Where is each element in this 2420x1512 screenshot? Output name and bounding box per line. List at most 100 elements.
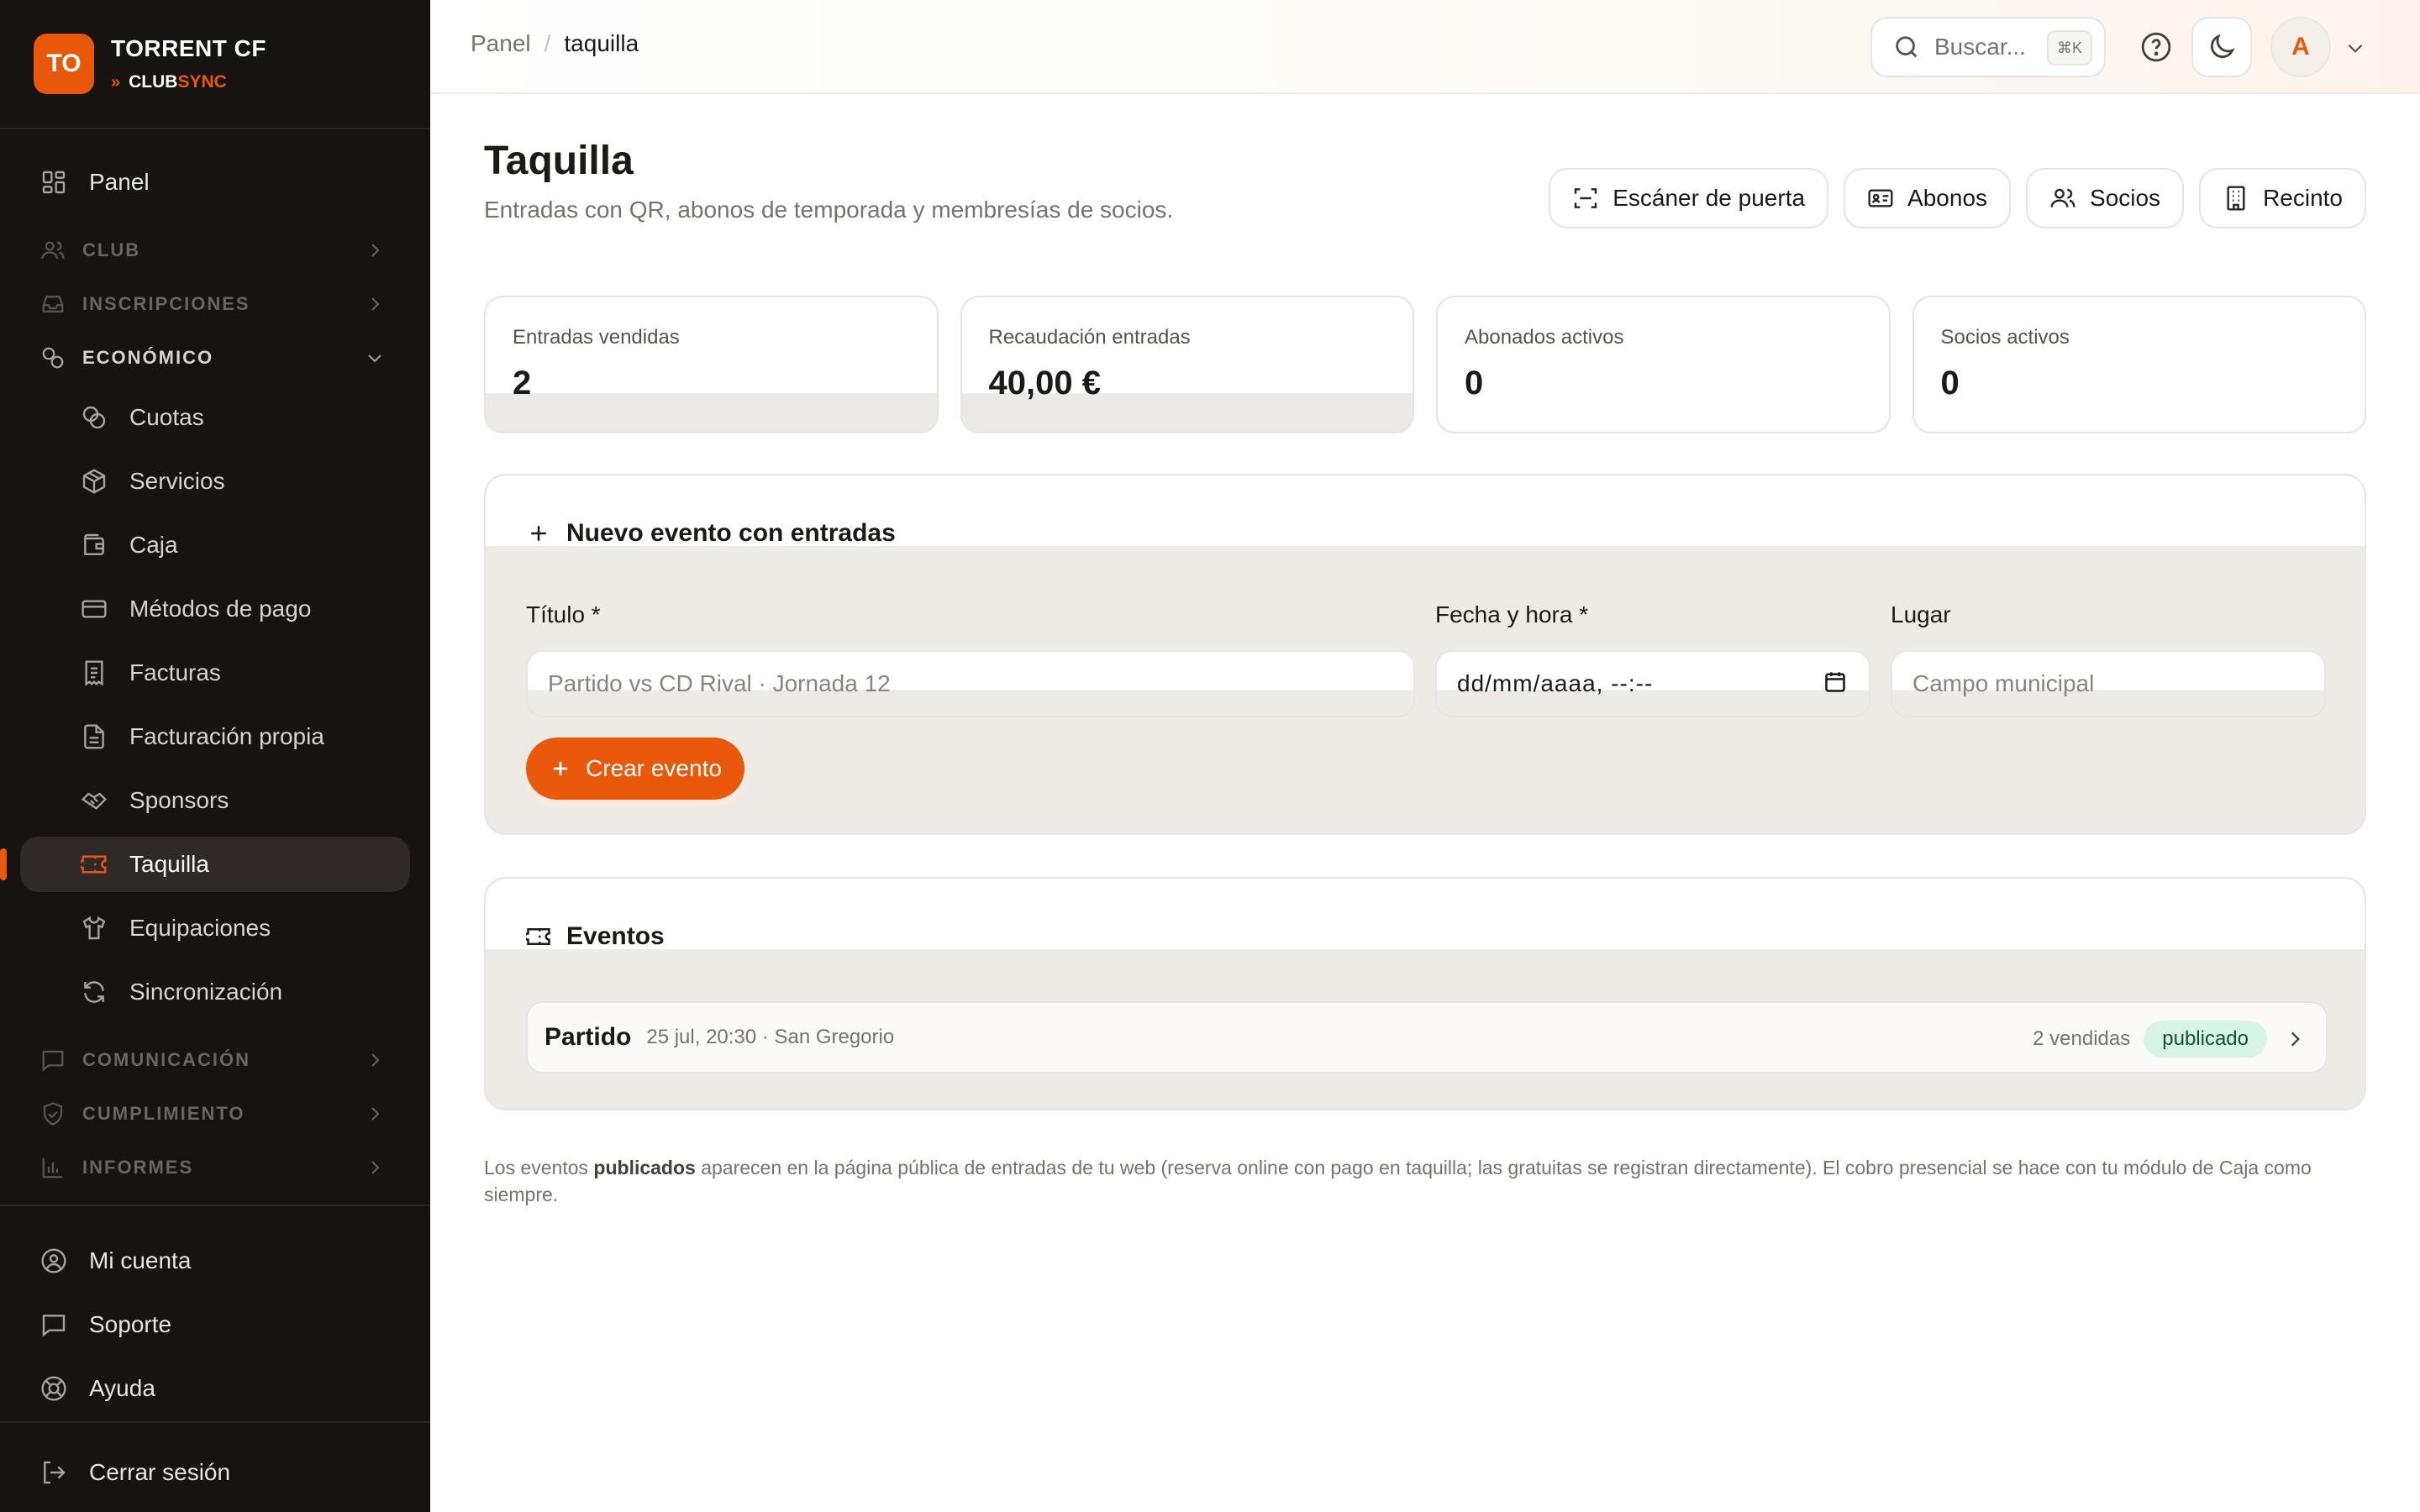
sidebar-item-caja[interactable]: Caja bbox=[20, 517, 410, 573]
help-button[interactable] bbox=[2126, 17, 2186, 77]
event-name: Partido bbox=[544, 1023, 632, 1051]
section-inscripciones[interactable]: INSCRIPCIONES bbox=[20, 277, 410, 331]
avatar[interactable]: A bbox=[2270, 17, 2331, 77]
sidebar-item-ayuda[interactable]: Ayuda bbox=[20, 1359, 410, 1418]
message-icon bbox=[42, 1050, 64, 1072]
topbar: Panel / taquilla Buscar... ⌘K A bbox=[430, 0, 2420, 94]
scanner-button[interactable]: Escáner de puerta bbox=[1549, 168, 1829, 228]
section-label: ECONÓMICO bbox=[82, 347, 214, 368]
plus-icon bbox=[531, 526, 546, 541]
fecha-label: Fecha y hora * bbox=[1435, 601, 1589, 627]
sidebar-item-servicios[interactable]: Servicios bbox=[20, 454, 410, 509]
sidebar-item-label: Caja bbox=[129, 532, 178, 558]
card-title: Nuevo evento con entradas bbox=[566, 519, 896, 547]
lugar-input[interactable]: Campo municipal bbox=[1891, 650, 2326, 717]
button-label: Crear evento bbox=[586, 755, 722, 781]
page-actions: Escáner de puerta Abonos Socios Recinto bbox=[1549, 168, 2366, 228]
sidebar-item-label: Ayuda bbox=[89, 1375, 155, 1401]
sidebar-nav: Panel CLUB INSCRIPCIONES ECONÓMICO Cuota… bbox=[0, 155, 410, 1194]
chevrons-right-icon: » bbox=[111, 72, 121, 92]
search-box[interactable]: Buscar... ⌘K bbox=[1870, 17, 2106, 77]
sidebar-item-label: Panel bbox=[89, 169, 150, 195]
stat-label: Entradas vendidas bbox=[513, 326, 680, 349]
sidebar-item-sponsors[interactable]: Sponsors bbox=[20, 773, 410, 828]
titulo-placeholder: Partido vs CD Rival · Jornada 12 bbox=[548, 670, 891, 696]
life-buoy-icon bbox=[41, 1376, 66, 1401]
button-label: Abonos bbox=[1907, 185, 1988, 211]
card-title: Eventos bbox=[566, 922, 665, 950]
section-informes[interactable]: INFORMES bbox=[20, 1141, 410, 1194]
sidebar-item-mi-cuenta[interactable]: Mi cuenta bbox=[20, 1231, 410, 1290]
abonos-button[interactable]: Abonos bbox=[1844, 168, 2012, 228]
logout-button[interactable]: Cerrar sesión bbox=[20, 1443, 410, 1502]
breadcrumb-separator: / bbox=[544, 30, 551, 56]
refresh-icon bbox=[84, 981, 104, 1003]
sidebar-item-label: Equipaciones bbox=[129, 915, 271, 941]
sidebar-item-taquilla[interactable]: Taquilla bbox=[0, 837, 410, 892]
sidebar-item-label: Métodos de pago bbox=[129, 596, 312, 622]
fecha-input[interactable]: dd/mm/aaaa, --:-- bbox=[1435, 650, 1870, 717]
sidebar-item-equipaciones[interactable]: Equipaciones bbox=[20, 900, 410, 956]
sidebar-item-facturas[interactable]: Facturas bbox=[20, 645, 410, 701]
sidebar-item-soporte[interactable]: Soporte bbox=[20, 1295, 410, 1354]
stat-card: Entradas vendidas 2 bbox=[484, 296, 939, 433]
club-name: TORRENT CF bbox=[111, 35, 266, 61]
chevron-right-icon bbox=[371, 1053, 380, 1067]
brand[interactable]: TO TORRENT CF » CLUB SYNC bbox=[34, 34, 266, 94]
card-header: Nuevo evento con entradas bbox=[486, 475, 2365, 546]
moon-icon bbox=[2210, 34, 2235, 59]
breadcrumb-current: taquilla bbox=[564, 30, 639, 56]
sidebar-item-cuotas[interactable]: Cuotas bbox=[20, 390, 410, 445]
sidebar-item-panel[interactable]: Panel bbox=[20, 155, 410, 210]
create-event-button[interactable]: Crear evento bbox=[526, 738, 744, 800]
brand-sub-suffix: SYNC bbox=[177, 72, 227, 92]
sidebar-item-sincronizacion[interactable]: Sincronización bbox=[20, 964, 410, 1020]
button-label: Escáner de puerta bbox=[1612, 185, 1806, 211]
message-square-icon bbox=[42, 1315, 66, 1337]
sidebar-item-metodos-pago[interactable]: Métodos de pago bbox=[20, 581, 410, 637]
chevron-down-icon[interactable] bbox=[2344, 37, 2366, 59]
divider bbox=[0, 1205, 430, 1206]
section-label: CUMPLIMIENTO bbox=[82, 1103, 245, 1124]
titulo-input[interactable]: Partido vs CD Rival · Jornada 12 bbox=[526, 650, 1415, 717]
event-row[interactable]: Partido 25 jul, 20:30 · San Gregorio 2 v… bbox=[526, 1001, 2328, 1074]
ticket-icon bbox=[81, 855, 107, 874]
section-comunicacion[interactable]: COMUNICACIÓN bbox=[20, 1033, 410, 1087]
sidebar-item-facturacion-propia[interactable]: Facturación propia bbox=[20, 709, 410, 764]
calendar-icon[interactable] bbox=[1823, 670, 1847, 694]
theme-toggle-button[interactable] bbox=[2191, 17, 2252, 77]
socios-button[interactable]: Socios bbox=[2026, 168, 2185, 228]
section-label: INSCRIPCIONES bbox=[82, 293, 250, 314]
id-card-icon bbox=[1868, 189, 1893, 207]
package-icon bbox=[82, 469, 106, 494]
recinto-button[interactable]: Recinto bbox=[2199, 168, 2366, 228]
sidebar-item-label: Facturación propia bbox=[129, 723, 324, 749]
chevron-right-icon bbox=[371, 1107, 380, 1121]
stat-label: Socios activos bbox=[1940, 326, 2070, 349]
section-economico[interactable]: ECONÓMICO bbox=[20, 331, 410, 385]
stat-label: Recaudación entradas bbox=[988, 326, 1191, 349]
events-card: Eventos Partido 25 jul, 20:30 · San Greg… bbox=[484, 877, 2366, 1110]
wallet-icon bbox=[84, 533, 104, 555]
stat-label: Abonados activos bbox=[1465, 326, 1624, 349]
user-circle-icon bbox=[41, 1248, 66, 1273]
sidebar-item-label: Sponsors bbox=[129, 787, 229, 813]
building-icon bbox=[2227, 186, 2245, 211]
section-cumplimiento[interactable]: CUMPLIMIENTO bbox=[20, 1087, 410, 1141]
shield-check-icon bbox=[43, 1102, 63, 1126]
coins-icon bbox=[82, 406, 106, 429]
breadcrumb: Panel / taquilla bbox=[471, 30, 639, 57]
receipt-icon bbox=[85, 660, 103, 686]
stat-card: Socios activos 0 bbox=[1912, 296, 2366, 433]
lugar-placeholder: Campo municipal bbox=[1912, 670, 2095, 696]
stat-value: 0 bbox=[1940, 365, 1960, 402]
help-circle-icon bbox=[2141, 32, 2171, 62]
breadcrumb-root[interactable]: Panel bbox=[471, 30, 531, 57]
ticket-icon bbox=[526, 928, 550, 945]
credit-card-icon bbox=[82, 600, 107, 618]
section-club[interactable]: CLUB bbox=[20, 223, 410, 277]
page-subtitle: Entradas con QR, abonos de temporada y m… bbox=[484, 197, 1174, 223]
new-event-card: Nuevo evento con entradas Título * Parti… bbox=[484, 474, 2366, 835]
brand-logo: TO bbox=[34, 34, 94, 94]
stat-card: Recaudación entradas 40,00 € bbox=[960, 296, 1414, 433]
